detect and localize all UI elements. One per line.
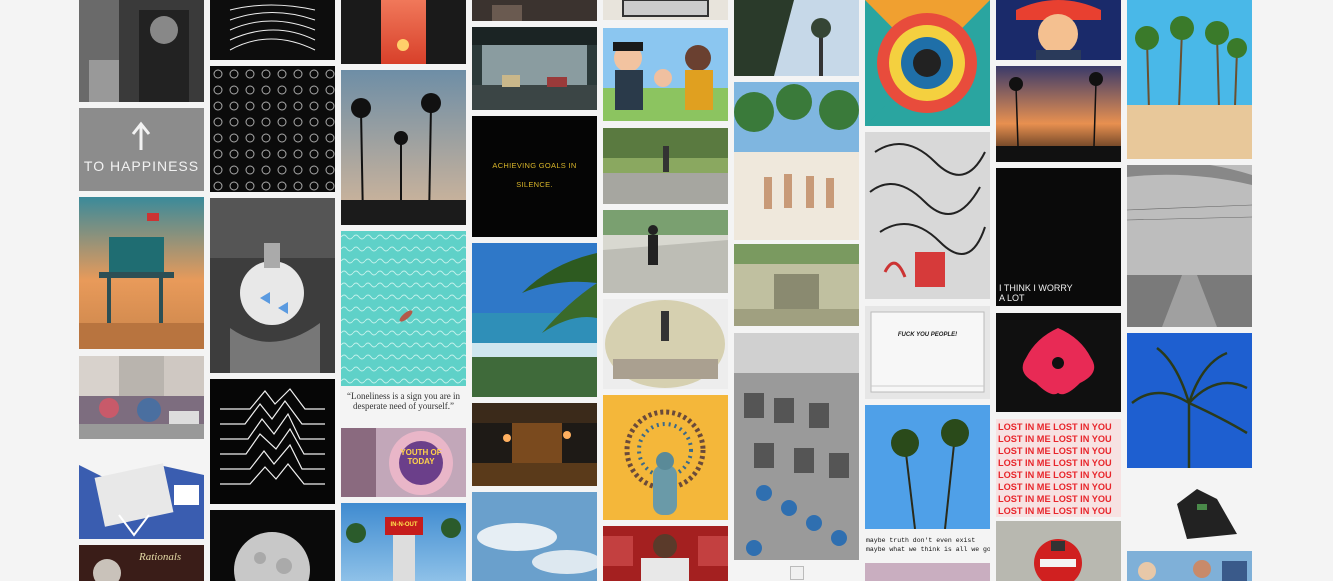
lost-line: LOST IN ME LOST IN YOU	[998, 494, 1112, 504]
image-tile-peacock-man[interactable]	[603, 395, 728, 520]
image-tile-broken[interactable]	[734, 566, 859, 581]
loneliness-quote-text: “Loneliness is a sign you are in despera…	[347, 391, 460, 411]
image-tile-retro-man[interactable]	[996, 0, 1121, 60]
truth-line-2: maybe what we think is all we got	[866, 546, 990, 553]
image-tile-skate-park[interactable]	[603, 128, 728, 204]
image-tile-loneliness-quote[interactable]: “Loneliness is a sign you are in despera…	[341, 389, 466, 423]
lost-line: LOST IN ME LOST IN YOU	[998, 422, 1112, 432]
image-tile-pixel-shoe[interactable]	[1127, 474, 1252, 545]
image-tile-fuck-you-people[interactable]: FUCK YOU PEOPLE!	[865, 306, 990, 399]
image-tile-pink-sky[interactable]	[865, 563, 990, 581]
image-tile-palm-blue-sky[interactable]	[1127, 333, 1252, 468]
image-tile-basketball-player[interactable]	[603, 526, 728, 581]
lost-line: LOST IN ME LOST IN YOU	[998, 434, 1112, 444]
image-tile-old-building[interactable]	[734, 244, 859, 326]
image-tile-in-n-out-sign[interactable]: IN-N-OUT	[341, 503, 466, 581]
image-tile-youth-of-today[interactable]: YOUTH OF TODAY	[341, 428, 466, 497]
image-tile-lifeguard-tower[interactable]	[79, 197, 204, 349]
achieving-goals-text: ACHIEVING GOALS IN SILENCE.	[492, 161, 577, 189]
image-tile-skater-stairs[interactable]	[603, 210, 728, 293]
broken-image-icon	[790, 566, 804, 580]
in-n-out-text: IN-N-OUT	[390, 522, 418, 528]
image-tile-rationals[interactable]: Rationals	[79, 545, 204, 581]
fuck-you-people-text: FUCK YOU PEOPLE!	[897, 332, 958, 338]
image-tile-psychedelic-swirl[interactable]	[865, 0, 990, 126]
lost-line: LOST IN ME LOST IN YOU	[998, 470, 1112, 480]
image-tile-sunset-palms[interactable]	[996, 66, 1121, 162]
image-tile-inkblot-red[interactable]	[996, 313, 1121, 412]
image-tile-lightbulb-fish[interactable]	[210, 198, 335, 373]
lost-line: LOST IN ME LOST IN YOU	[998, 458, 1112, 468]
lost-text-block: LOST IN ME LOST IN YOU LOST IN ME LOST I…	[998, 421, 1112, 517]
image-tile-beach-women[interactable]	[734, 82, 859, 240]
youth-of-today-text: YOUTH OF TODAY	[400, 448, 442, 466]
image-tile-graffiti-wall[interactable]	[865, 132, 990, 299]
image-tile-moon[interactable]	[210, 510, 335, 581]
image-tile-beach-palms-sunny[interactable]	[1127, 0, 1252, 159]
image-tile-framed-art[interactable]	[603, 0, 728, 20]
worry-text: I THINK I WORRY A LOT	[999, 283, 1073, 303]
image-tile-palm-silhouette[interactable]	[341, 70, 466, 225]
image-tile-subway-platform[interactable]	[472, 403, 597, 486]
image-tile-pool-swimmer[interactable]	[341, 231, 466, 386]
image-tile-achieving-goals[interactable]: ACHIEVING GOALS IN SILENCE.	[472, 116, 597, 237]
lost-line: LOST IN ME LOST IN YOU	[998, 446, 1112, 456]
image-tile-clouds[interactable]	[472, 492, 597, 581]
lost-line: LOST IN ME LOST IN YOU	[998, 482, 1112, 492]
lost-line: LOST IN ME LOST IN YOU	[998, 506, 1112, 516]
truth-line-1: maybe truth don't even exist	[866, 537, 976, 544]
image-tile-waves-lines-top[interactable]	[210, 0, 335, 60]
image-tile-lost-in-me[interactable]: LOST IN ME LOST IN YOU LOST IN ME LOST I…	[996, 419, 1121, 517]
image-tile-no-entry-sign[interactable]	[996, 521, 1121, 581]
image-tile-subway-bw[interactable]	[79, 0, 204, 102]
image-tile-i-worry-a-lot[interactable]: I THINK I WORRY A LOT	[996, 168, 1121, 306]
image-tile-palm-sky[interactable]	[734, 0, 859, 76]
image-tile-beach-palm[interactable]	[472, 243, 597, 397]
image-tile-basketball-hoop[interactable]	[79, 445, 204, 539]
image-tile-cartoon-group[interactable]	[603, 28, 728, 121]
image-tile-factory-globes[interactable]	[734, 333, 859, 560]
image-tile-to-happiness[interactable]: TO HAPPINESS	[79, 108, 204, 191]
image-tile-pattern-dots[interactable]	[210, 66, 335, 192]
image-tile-truth-quote[interactable]: maybe truth don't even exist maybe what …	[865, 530, 990, 557]
image-tile-graffiti-street[interactable]	[79, 356, 204, 439]
image-tile-palm-trees-sky[interactable]	[865, 405, 990, 529]
image-tile-people-sky[interactable]	[1127, 551, 1252, 581]
happiness-text: TO HAPPINESS	[83, 158, 200, 174]
image-tile-sunset-buildings[interactable]	[341, 0, 466, 64]
image-tile-underpass[interactable]	[472, 27, 597, 110]
image-tile-skater-fisheye[interactable]	[603, 299, 728, 389]
image-tile-joy-division-waves[interactable]	[210, 379, 335, 504]
image-tile-road-bw[interactable]	[1127, 165, 1252, 327]
rationals-text: Rationals	[139, 551, 182, 563]
image-tile-dark-street[interactable]	[472, 0, 597, 21]
